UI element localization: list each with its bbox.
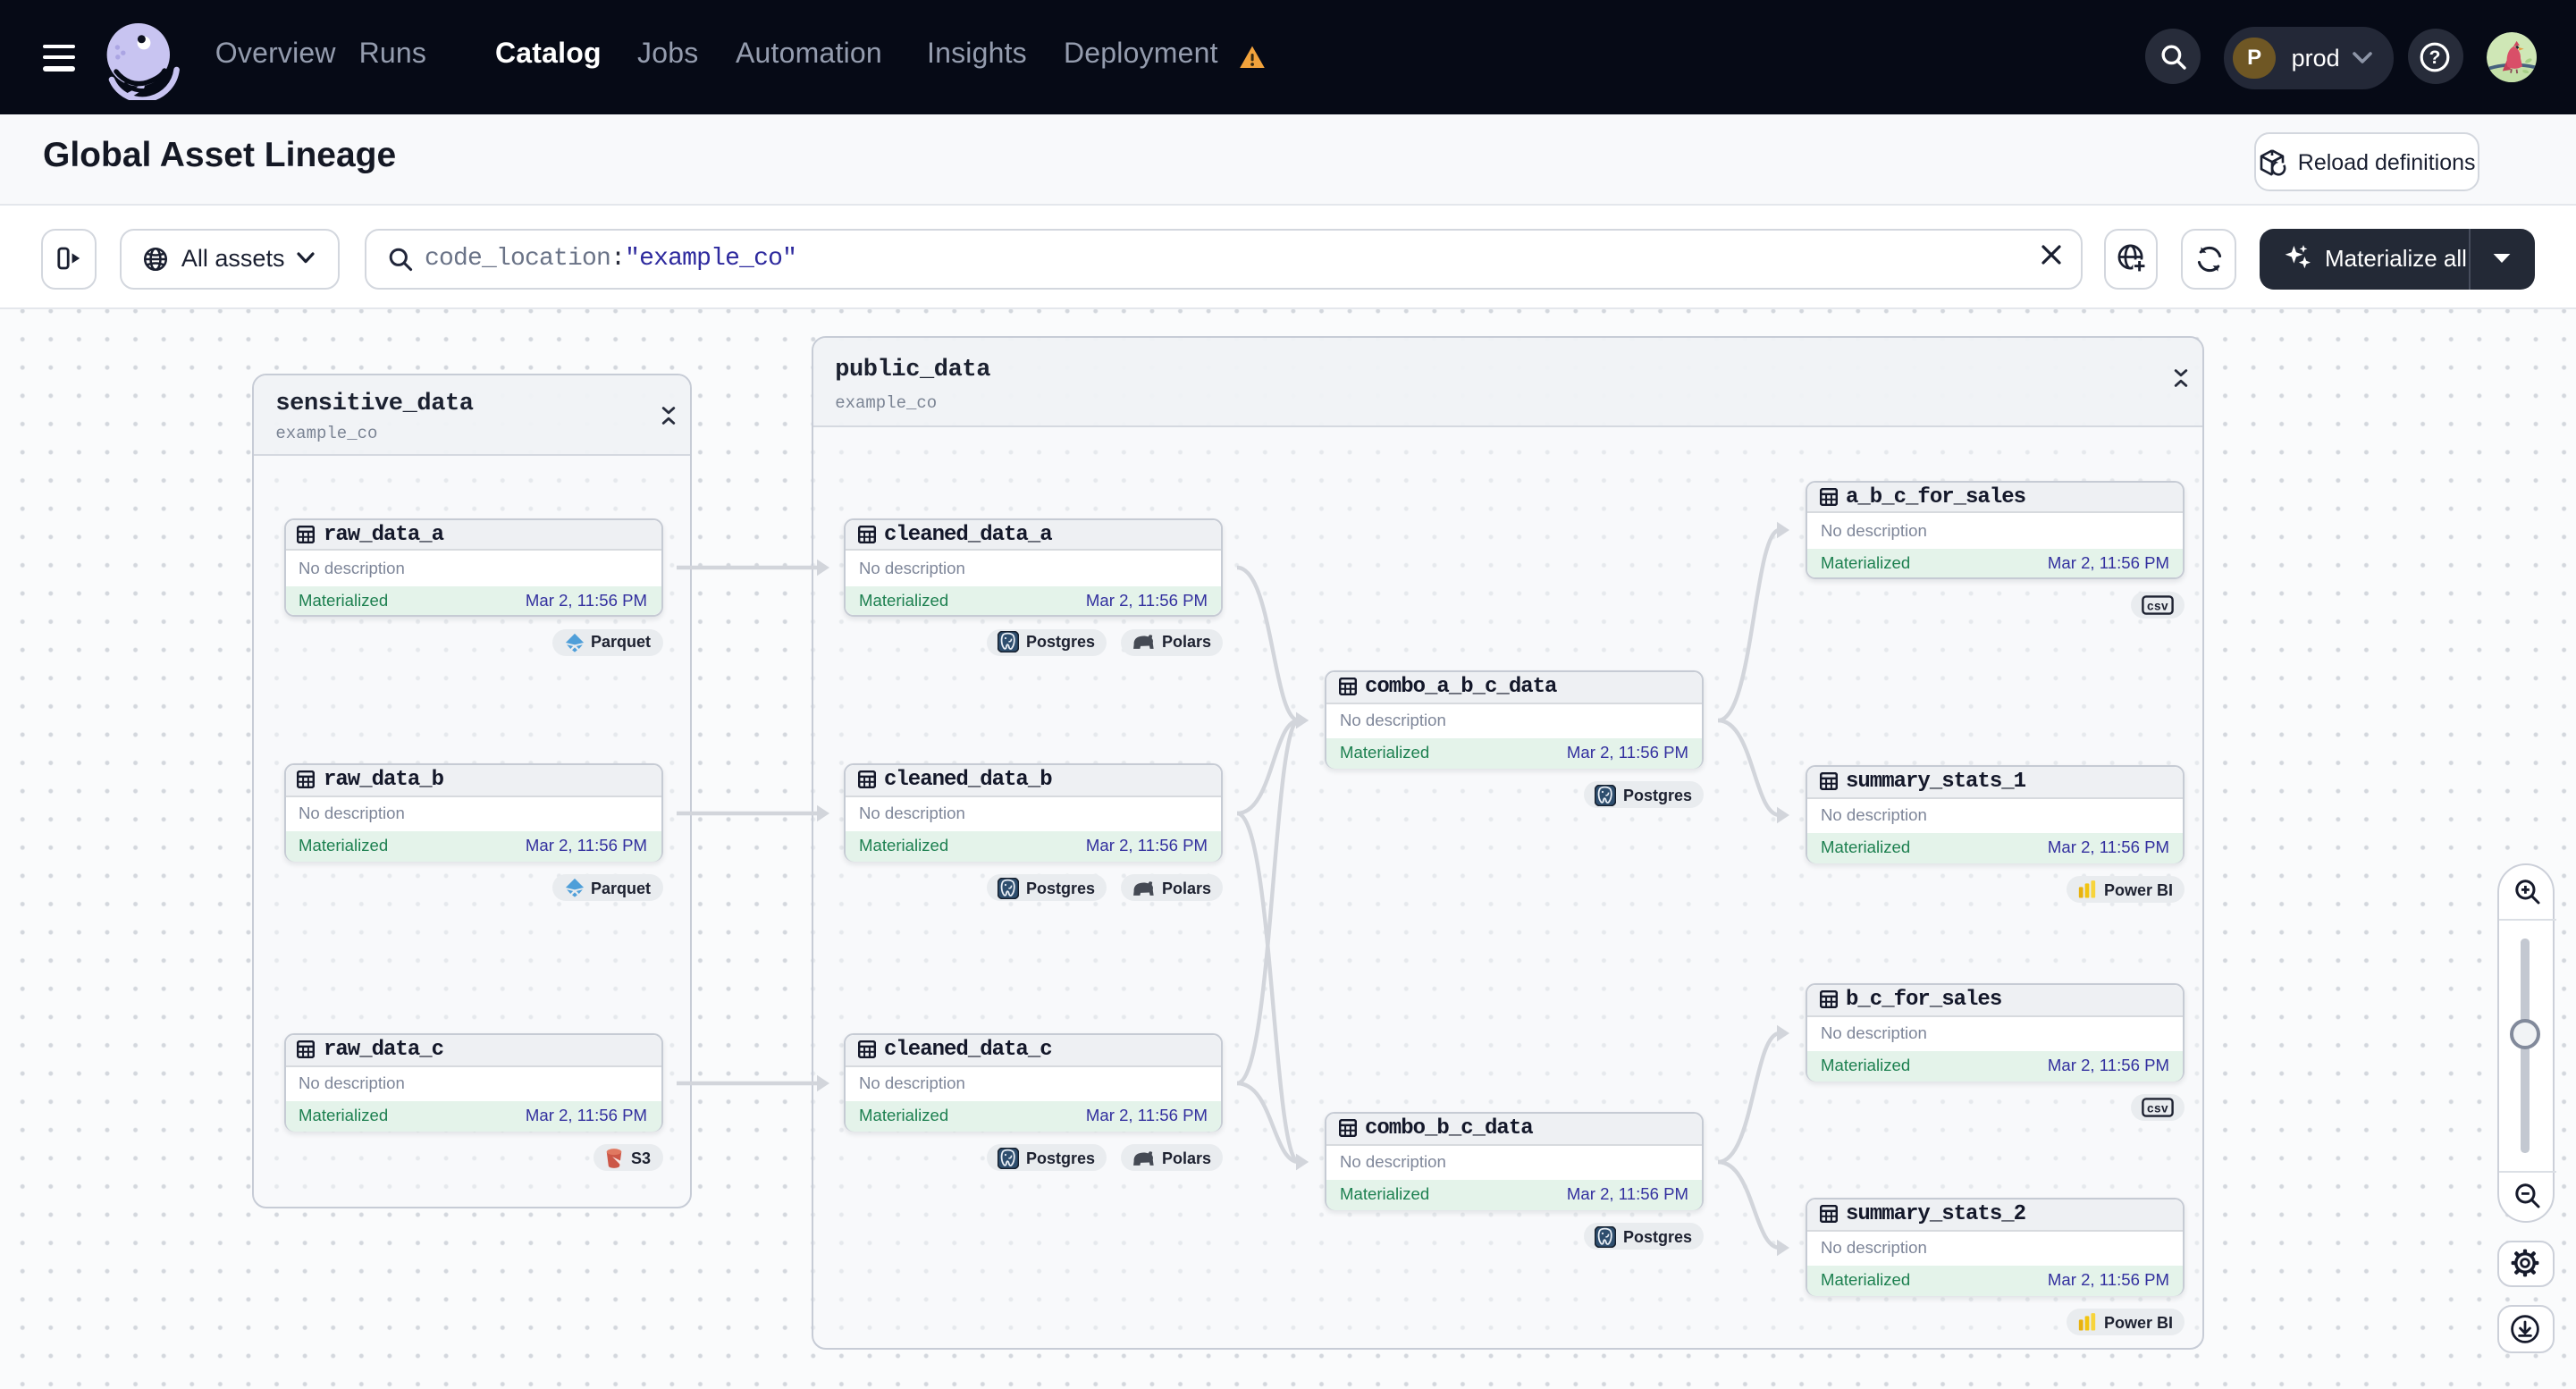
svg-text:csv: csv [2147, 1101, 2168, 1115]
svg-text:csv: csv [2147, 598, 2168, 611]
svg-text:?: ? [2429, 46, 2441, 67]
